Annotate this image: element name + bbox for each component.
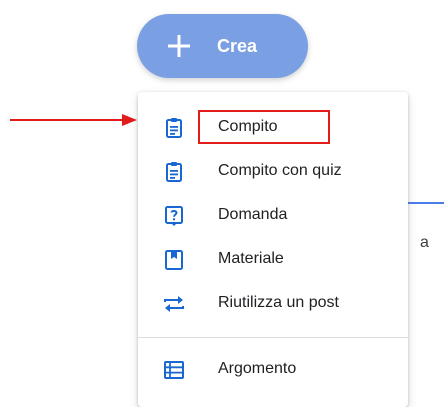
menu-item-riutilizza-post[interactable]: Riutilizza un post [138, 282, 408, 326]
quiz-assignment-icon [166, 162, 182, 182]
create-button-label: Crea [217, 36, 258, 56]
plus-icon [168, 35, 190, 57]
background-divider [408, 202, 444, 204]
create-button[interactable]: Crea [137, 14, 308, 78]
menu-item-label: Compito con quiz [218, 162, 342, 179]
menu-item-argomento[interactable]: Argomento [138, 348, 408, 392]
menu-divider [138, 337, 408, 338]
menu-item-label: Riutilizza un post [218, 294, 339, 311]
annotation-arrow-icon [10, 114, 137, 126]
menu-item-label: Domanda [218, 206, 288, 223]
question-icon [165, 206, 183, 226]
menu-item-compito-con-quiz[interactable]: Compito con quiz [138, 150, 408, 194]
menu-item-domanda[interactable]: Domanda [138, 194, 408, 238]
background-partial-text: a [420, 234, 429, 251]
assignment-icon [166, 118, 182, 138]
menu-item-label: Argomento [218, 360, 297, 377]
material-icon [165, 250, 183, 270]
topic-list-icon [164, 361, 184, 379]
menu-item-materiale[interactable]: Materiale [138, 238, 408, 282]
repost-icon [164, 296, 184, 312]
annotation-highlight-box [198, 110, 330, 144]
menu-item-label: Materiale [218, 250, 284, 267]
